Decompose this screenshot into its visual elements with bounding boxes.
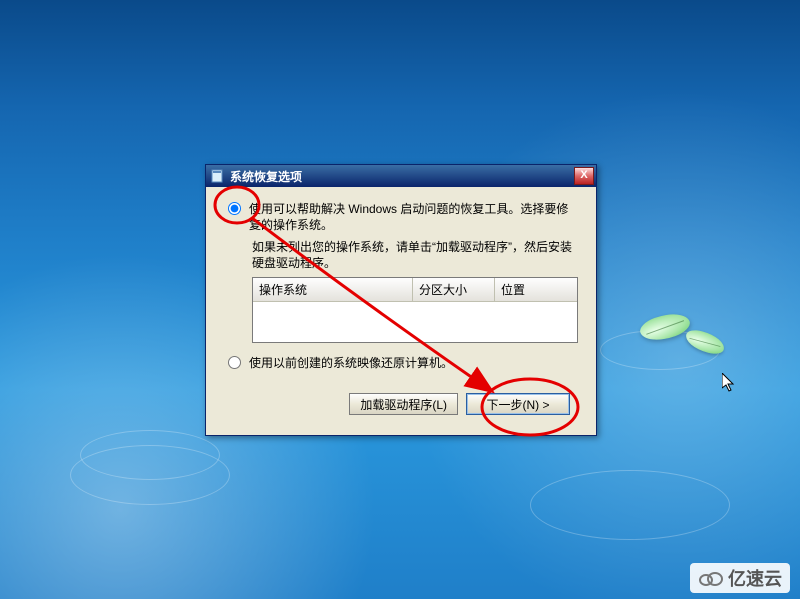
load-driver-hint: 如果未列出您的操作系统，请单击“加载驱动程序”，然后安装硬盘驱动程序。 [252,239,580,271]
titlebar[interactable]: 系统恢复选项 X [206,165,596,187]
watermark-text: 亿速云 [728,565,782,591]
dialog-body: 使用可以帮助解决 Windows 启动问题的恢复工具。选择要修复的操作系统。 如… [206,187,596,425]
os-table-header: 操作系统 分区大小 位置 [253,278,577,302]
option1-label: 使用可以帮助解决 Windows 启动问题的恢复工具。选择要修复的操作系统。 [249,201,580,233]
ripple-deco [80,430,220,480]
watermark-cloud-icon [698,569,724,587]
dialog-buttons: 加载驱动程序(L) 下一步(N) > [222,393,580,415]
leaf-deco [637,307,692,347]
watermark: 亿速云 [690,563,790,593]
col-size[interactable]: 分区大小 [413,278,495,301]
option2-label: 使用以前创建的系统映像还原计算机。 [249,355,580,371]
desktop-background: 系统恢复选项 X 使用可以帮助解决 Windows 启动问题的恢复工具。选择要修… [0,0,800,599]
radio-use-recovery-tools[interactable] [228,202,241,215]
system-recovery-dialog: 系统恢复选项 X 使用可以帮助解决 Windows 启动问题的恢复工具。选择要修… [205,164,597,436]
load-driver-button[interactable]: 加载驱动程序(L) [349,393,458,415]
ripple-deco [530,470,730,540]
mouse-cursor-icon [722,373,736,393]
leaf-deco [683,328,727,357]
radio-restore-image[interactable] [228,356,241,369]
dialog-icon [210,168,226,184]
ripple-deco [70,445,230,505]
option-restore-image[interactable]: 使用以前创建的系统映像还原计算机。 [222,355,580,371]
dialog-title: 系统恢复选项 [230,168,572,185]
col-os[interactable]: 操作系统 [253,278,413,301]
os-table[interactable]: 操作系统 分区大小 位置 [252,277,578,343]
col-location[interactable]: 位置 [495,278,577,301]
close-button[interactable]: X [574,167,594,185]
option-use-recovery-tools[interactable]: 使用可以帮助解决 Windows 启动问题的恢复工具。选择要修复的操作系统。 [222,201,580,233]
next-button[interactable]: 下一步(N) > [466,393,570,415]
